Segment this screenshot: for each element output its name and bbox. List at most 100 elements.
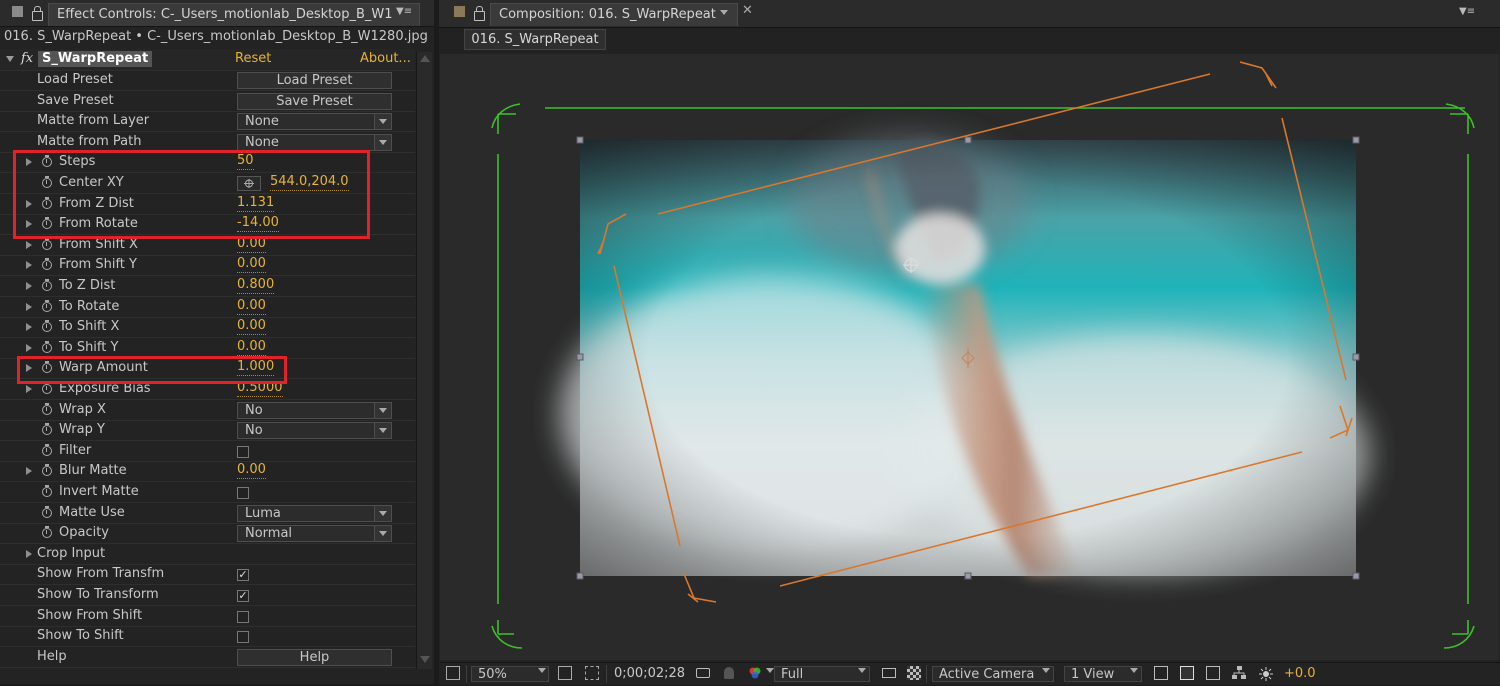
dropdown-arrow-icon[interactable] [374, 402, 391, 418]
camera-view-dropdown[interactable]: Active Camera [932, 666, 1054, 682]
scroll-up-arrow-icon[interactable] [420, 55, 430, 62]
toggle-pixel-aspect-icon[interactable] [1154, 666, 1168, 680]
composition-lock-icon[interactable] [474, 6, 485, 21]
composition-panel-menu-icon[interactable]: ▼≡ [1459, 6, 1475, 17]
layer-handle[interactable] [1352, 353, 1360, 361]
effect-reset-link[interactable]: Reset [235, 49, 271, 69]
matte-from-path-dropdown[interactable]: None [237, 133, 392, 151]
param-row-to-z-dist[interactable]: To Z Dist 0.800 [0, 276, 415, 297]
close-tab-icon[interactable]: ✕ [742, 3, 753, 18]
fast-previews-icon[interactable] [882, 668, 896, 678]
resolution-dropdown-arrow-icon[interactable] [858, 668, 866, 673]
param-row-matte-from-layer[interactable]: Matte from Layer None [0, 111, 415, 133]
wrap-y-dropdown[interactable]: No [237, 422, 392, 440]
stopwatch-icon[interactable] [42, 485, 52, 497]
effect-controls-scrollbar[interactable] [416, 52, 432, 669]
stopwatch-icon[interactable] [42, 258, 52, 271]
twirl-arrow-icon[interactable] [26, 343, 32, 352]
channel-rgb-icon[interactable] [748, 666, 762, 680]
layer-handle[interactable] [964, 572, 972, 580]
composition-name-tab[interactable]: 016. S_WarpRepeat [464, 29, 606, 50]
view-layout-dropdown-arrow-icon[interactable] [1130, 668, 1138, 673]
stopwatch-icon[interactable] [42, 299, 52, 312]
always-preview-icon[interactable] [446, 666, 460, 680]
load-preset-button[interactable]: Load Preset [237, 72, 392, 89]
dropdown-arrow-icon[interactable] [374, 423, 391, 439]
region-of-interest-icon[interactable] [585, 666, 599, 680]
blur-matte-value[interactable]: 0.00 [237, 462, 266, 480]
twirl-arrow-icon[interactable] [26, 323, 32, 332]
effect-collapse-icon[interactable] [6, 56, 14, 62]
stopwatch-icon[interactable] [42, 423, 52, 436]
fit-frame-icon[interactable] [558, 666, 572, 680]
stopwatch-icon[interactable] [42, 320, 52, 333]
param-row-opacity[interactable]: Opacity Normal [0, 523, 415, 545]
timeline-icon[interactable] [1206, 666, 1220, 680]
layer-handle[interactable] [576, 353, 584, 361]
param-row-show-from-transfm[interactable]: Show From Transfm ✓ [0, 564, 415, 586]
layer-handle[interactable] [576, 136, 584, 144]
show-to-shift-checkbox[interactable] [237, 631, 249, 644]
resolution-dropdown[interactable]: Full [774, 666, 870, 682]
twirl-arrow-icon[interactable] [26, 549, 32, 558]
effect-header-row[interactable]: fx S_WarpRepeat Reset About... [0, 49, 415, 71]
param-row-from-shift-y[interactable]: From Shift Y 0.00 [0, 255, 415, 277]
dropdown-arrow-icon[interactable] [374, 526, 391, 542]
fast-preview-lightning-icon[interactable] [1180, 666, 1194, 680]
matte-use-dropdown[interactable]: Luma [237, 504, 392, 522]
layer-handle[interactable] [576, 572, 584, 580]
current-time-display[interactable]: 0;00;02;28 [614, 666, 685, 682]
effect-about-link[interactable]: About... [360, 49, 411, 69]
tab-effect-controls[interactable]: Effect Controls: C-_Users_motionlab_Desk… [48, 3, 420, 26]
effect-name[interactable]: S_WarpRepeat [38, 51, 153, 67]
invert-matte-checkbox[interactable] [237, 487, 249, 499]
matte-from-layer-dropdown[interactable]: None [237, 113, 392, 131]
param-row-filter[interactable]: Filter [0, 441, 415, 462]
stopwatch-icon[interactable] [42, 340, 52, 353]
show-snapshot-icon[interactable] [724, 667, 734, 679]
stopwatch-icon[interactable] [42, 505, 52, 518]
reset-exposure-icon[interactable] [1258, 666, 1273, 681]
param-row-to-rotate[interactable]: To Rotate 0.00 [0, 297, 415, 318]
dropdown-arrow-icon[interactable] [374, 134, 391, 150]
panel-menu-icon[interactable]: ▼≡ [396, 6, 412, 17]
twirl-arrow-icon[interactable] [26, 282, 32, 290]
channel-dropdown-arrow-icon[interactable] [766, 668, 774, 673]
param-row-show-to-transform[interactable]: Show To Transform ✓ [0, 585, 415, 606]
flowchart-icon[interactable] [1232, 666, 1246, 680]
param-row-save-preset[interactable]: Save Preset Save Preset [0, 91, 415, 112]
stopwatch-icon[interactable] [42, 526, 52, 539]
to-z-dist-value[interactable]: 0.800 [237, 277, 275, 294]
filter-checkbox[interactable] [237, 445, 249, 458]
show-to-transform-checkbox[interactable]: ✓ [237, 590, 249, 602]
param-row-wrap-y[interactable]: Wrap Y No [0, 420, 415, 442]
param-row-help[interactable]: Help Help [0, 647, 415, 668]
param-row-show-to-shift[interactable]: Show To Shift [0, 626, 415, 648]
to-rotate-value[interactable]: 0.00 [237, 298, 266, 315]
to-shift-y-value[interactable]: 0.00 [237, 339, 266, 356]
param-row-crop-input[interactable]: Crop Input [0, 544, 415, 565]
snapshot-camera-icon[interactable] [696, 668, 710, 678]
fx-icon[interactable]: fx [21, 49, 33, 69]
twirl-arrow-icon[interactable] [26, 302, 32, 311]
show-from-transfm-checkbox[interactable]: ✓ [237, 569, 249, 582]
help-button[interactable]: Help [237, 648, 392, 666]
param-row-matte-use[interactable]: Matte Use Luma [0, 503, 415, 524]
layer-handle[interactable] [964, 136, 972, 144]
stopwatch-icon[interactable] [42, 464, 52, 477]
to-shift-x-value[interactable]: 0.00 [237, 318, 266, 336]
twirl-arrow-icon[interactable] [26, 385, 32, 393]
dropdown-arrow-icon[interactable] [374, 505, 391, 521]
param-row-show-from-shift[interactable]: Show From Shift [0, 606, 415, 627]
from-shift-y-value[interactable]: 0.00 [237, 256, 266, 274]
layer-handle[interactable] [1352, 572, 1360, 580]
stopwatch-icon[interactable] [42, 279, 52, 291]
param-row-wrap-x[interactable]: Wrap X No [0, 400, 415, 421]
scroll-down-arrow-icon[interactable] [420, 656, 430, 663]
save-preset-button[interactable]: Save Preset [237, 92, 392, 110]
param-row-invert-matte[interactable]: Invert Matte [0, 482, 415, 503]
twirl-arrow-icon[interactable] [26, 467, 32, 476]
composition-dropdown-icon[interactable] [720, 10, 728, 15]
param-row-load-preset[interactable]: Load Preset Load Preset [0, 70, 415, 91]
wrap-x-dropdown[interactable]: No [237, 401, 392, 419]
